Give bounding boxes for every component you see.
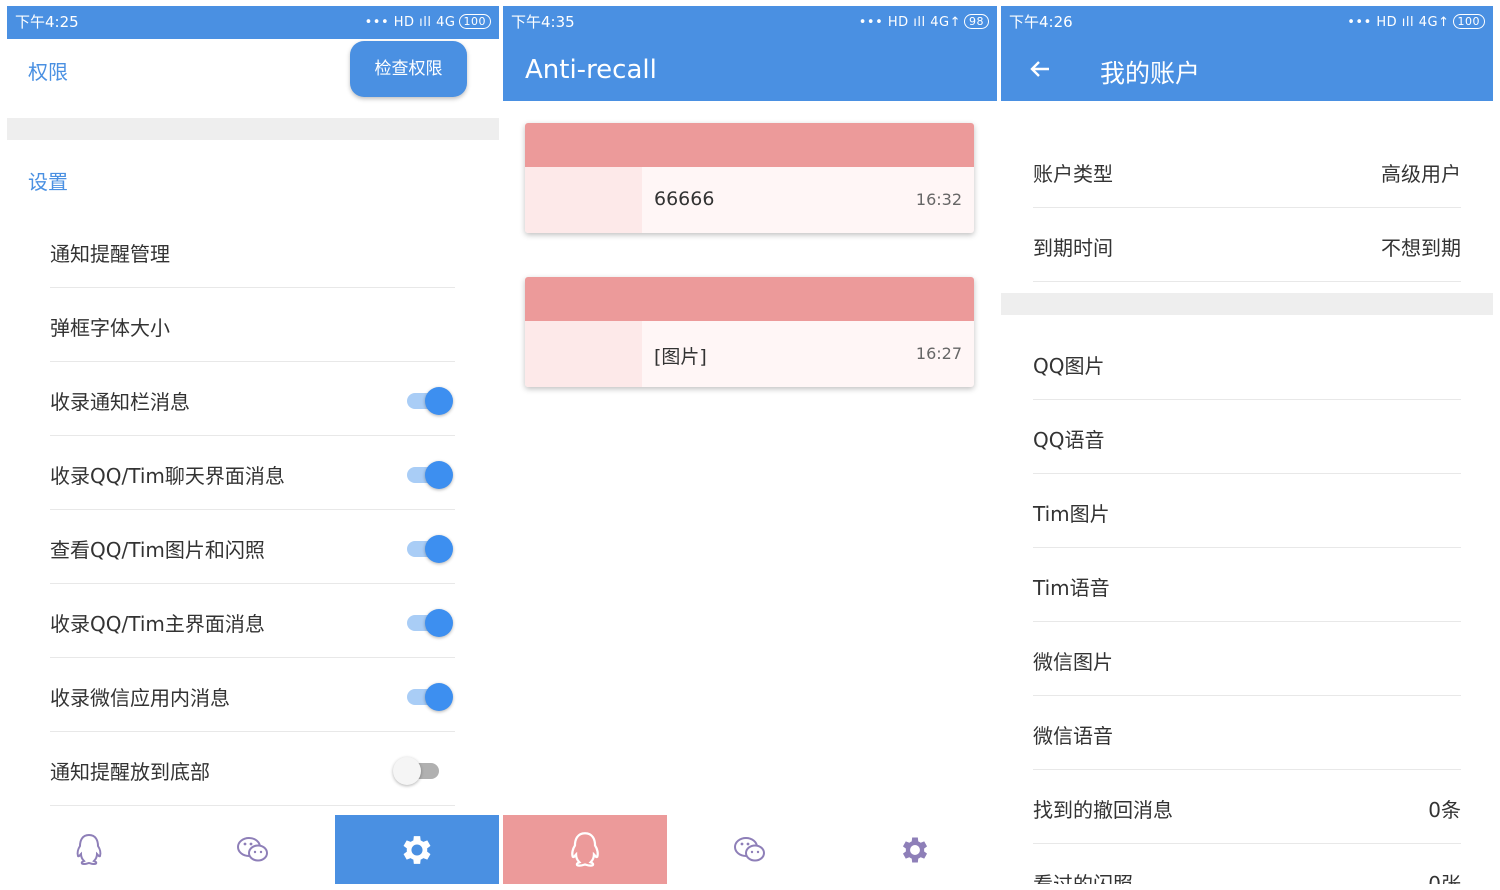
row-label: 微信语音 [1033, 724, 1113, 748]
media-row-tim-voice[interactable]: Tim语音 [1033, 548, 1461, 622]
row-label: QQ图片 [1033, 354, 1105, 378]
setting-label: 收录微信应用内消息 [50, 686, 230, 710]
wechat-icon [733, 836, 765, 861]
status-signal: ••• HD ıll 4G↑ 98 [859, 6, 989, 39]
status-time: 下午4:35 [511, 13, 575, 31]
toggle-switch[interactable] [407, 607, 453, 637]
row-label: 微信图片 [1033, 650, 1113, 674]
status-signal: ••• HD ıll 4G↑ 100 [1347, 6, 1485, 39]
settings-screen: 下午4:25 ••• HD ıll 4G 100 权限 检查权限 设置 通知提醒管… [7, 6, 499, 884]
battery-icon: 100 [1452, 14, 1485, 29]
setting-row-wechat: 收录微信应用内消息 [50, 658, 455, 732]
qq-icon [571, 831, 599, 867]
toggle-switch[interactable] [407, 533, 453, 563]
row-label: Tim图片 [1033, 502, 1110, 526]
recalled-message-card[interactable]: [图片] 16:27 [525, 277, 974, 387]
section-divider [1001, 293, 1493, 315]
message-time: 16:32 [915, 190, 962, 209]
setting-row-qq-main: 收录QQ/Tim主界面消息 [50, 584, 455, 658]
row-value: 0条 [1428, 798, 1461, 822]
flash-photo-count-row[interactable]: 看过的闪照 0张 [1033, 844, 1461, 884]
toggle-switch[interactable] [393, 755, 453, 785]
card-sender-area [525, 167, 642, 233]
status-bar: 下午4:26 ••• HD ıll 4G↑ 100 [1001, 6, 1493, 39]
nav-tab-qq[interactable] [503, 815, 667, 884]
bottom-nav [503, 815, 997, 884]
bottom-nav [7, 815, 499, 884]
app-bar: 我的账户 [1001, 39, 1493, 101]
row-label: 到期时间 [1033, 236, 1113, 260]
setting-row-font-size[interactable]: 弹框字体大小 [50, 288, 455, 362]
setting-label: 收录通知栏消息 [50, 390, 190, 414]
permissions-section-title: 权限 [28, 60, 68, 84]
expiry-row: 到期时间 不想到期 [1033, 208, 1461, 282]
row-label: 看过的闪照 [1033, 872, 1133, 884]
qq-icon [76, 833, 102, 865]
row-value: 0张 [1428, 872, 1461, 884]
media-row-qq-voice[interactable]: QQ语音 [1033, 400, 1461, 474]
back-arrow-icon[interactable] [1028, 57, 1052, 81]
status-signal: ••• HD ıll 4G 100 [365, 6, 491, 39]
toggle-switch[interactable] [407, 681, 453, 711]
check-permissions-button[interactable]: 检查权限 [350, 41, 467, 97]
media-row-wechat-images[interactable]: 微信图片 [1033, 622, 1461, 696]
status-bar: 下午4:35 ••• HD ıll 4G↑ 98 [503, 6, 997, 39]
media-row-qq-images[interactable]: QQ图片 [1033, 326, 1461, 400]
nav-tab-settings[interactable] [335, 815, 499, 884]
wechat-icon [237, 836, 268, 861]
media-row-wechat-voice[interactable]: 微信语音 [1033, 696, 1461, 770]
status-time: 下午4:26 [1009, 13, 1073, 31]
gear-icon [403, 835, 431, 864]
nav-tab-wechat[interactable] [667, 815, 832, 884]
row-value: 不想到期 [1381, 236, 1461, 260]
row-label: 找到的撤回消息 [1033, 798, 1173, 822]
status-bar: 下午4:25 ••• HD ıll 4G 100 [7, 6, 499, 39]
gear-icon [902, 837, 927, 862]
battery-icon: 100 [458, 14, 491, 29]
toggle-switch[interactable] [407, 459, 453, 489]
row-value: 高级用户 [1381, 162, 1461, 186]
message-time: 16:27 [915, 344, 962, 363]
app-title: Anti-recall [503, 39, 997, 101]
setting-label: 弹框字体大小 [50, 316, 170, 340]
nav-tab-settings[interactable] [832, 815, 997, 884]
message-text: 66666 [654, 188, 715, 210]
row-label: QQ语音 [1033, 428, 1105, 452]
setting-row-notify-bottom: 通知提醒放到底部 [50, 732, 455, 806]
page-title: 我的账户 [1100, 59, 1201, 88]
nav-tab-qq[interactable] [7, 815, 171, 884]
account-screen: 下午4:26 ••• HD ıll 4G↑ 100 我的账户 账户类型 高级用户 … [1001, 6, 1493, 884]
setting-label: 通知提醒放到底部 [50, 760, 210, 784]
card-header [525, 277, 974, 321]
row-label: 账户类型 [1033, 162, 1113, 186]
card-sender-area [525, 321, 642, 387]
settings-section-title: 设置 [28, 170, 68, 194]
setting-row-qq-images: 查看QQ/Tim图片和闪照 [50, 510, 455, 584]
message-text: [图片] [654, 346, 707, 368]
recalled-message-card[interactable]: 66666 16:32 [525, 123, 974, 233]
setting-label: 通知提醒管理 [50, 242, 170, 266]
setting-row-notification-manage[interactable]: 通知提醒管理 [50, 214, 455, 288]
setting-row-qq-chat: 收录QQ/Tim聊天界面消息 [50, 436, 455, 510]
setting-label: 收录QQ/Tim聊天界面消息 [50, 464, 285, 488]
setting-label: 查看QQ/Tim图片和闪照 [50, 538, 265, 562]
row-label: Tim语音 [1033, 576, 1110, 600]
setting-label: 收录QQ/Tim主界面消息 [50, 612, 265, 636]
setting-row-notification-bar: 收录通知栏消息 [50, 362, 455, 436]
toggle-switch[interactable] [407, 385, 453, 415]
battery-icon: 98 [964, 14, 989, 29]
section-divider [7, 118, 499, 140]
recalled-count-row[interactable]: 找到的撤回消息 0条 [1033, 770, 1461, 844]
nav-tab-wechat[interactable] [171, 815, 335, 884]
media-row-tim-images[interactable]: Tim图片 [1033, 474, 1461, 548]
anti-recall-screen: 下午4:35 ••• HD ıll 4G↑ 98 Anti-recall 6666… [503, 6, 997, 884]
account-type-row: 账户类型 高级用户 [1033, 134, 1461, 208]
card-header [525, 123, 974, 167]
status-time: 下午4:25 [15, 13, 79, 31]
